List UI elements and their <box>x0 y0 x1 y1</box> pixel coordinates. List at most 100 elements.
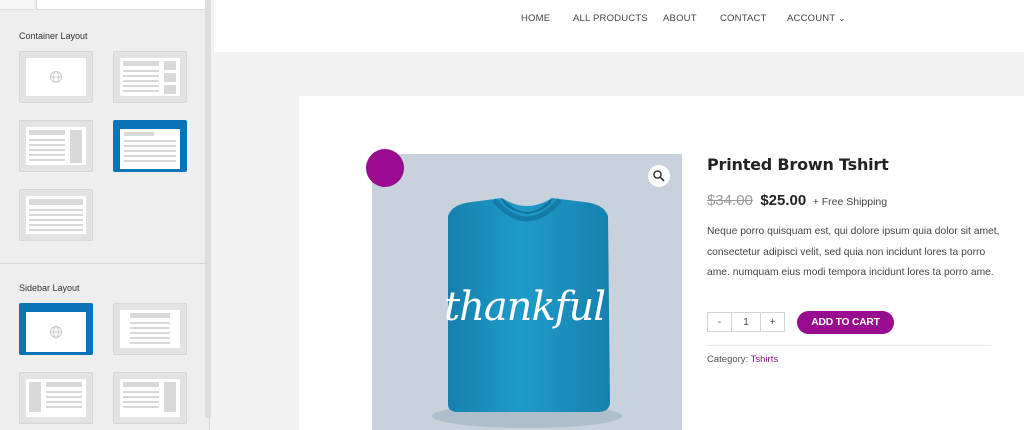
product-image[interactable]: thankful <box>372 154 682 430</box>
zoom-button[interactable] <box>648 165 670 187</box>
layout-block <box>164 85 176 94</box>
layout-block <box>130 313 170 318</box>
add-to-cart-button[interactable]: ADD TO CART <box>797 311 894 334</box>
layout-preview <box>26 312 86 352</box>
nav-home[interactable]: HOME <box>521 13 550 24</box>
panel-header-bar <box>36 0 206 10</box>
layout-line <box>124 145 176 147</box>
layout-line <box>124 150 176 152</box>
container-option-boxed-content[interactable] <box>113 120 187 172</box>
layout-line <box>124 140 176 142</box>
sidebar-option-right-sidebar[interactable] <box>113 372 187 424</box>
layout-line <box>123 85 159 87</box>
layout-block <box>29 382 41 412</box>
layout-line <box>29 229 83 231</box>
category-label: Category: <box>707 354 749 365</box>
layout-block <box>164 61 176 70</box>
product-category: Category: Tshirts <box>707 354 778 365</box>
layout-block <box>124 132 154 136</box>
nav-account[interactable]: ACCOUNT ⌄ <box>787 13 845 24</box>
nav-all-products[interactable]: ALL PRODUCTS <box>573 13 648 24</box>
layout-line <box>29 214 83 216</box>
layout-line <box>46 406 82 408</box>
layout-preview <box>120 379 180 417</box>
panel-back-tab[interactable] <box>0 0 34 10</box>
nav-account-label: ACCOUNT <box>787 13 836 24</box>
layout-line <box>29 209 83 211</box>
layout-line <box>124 160 176 162</box>
customizer-panel: Container Layout Sidebar Layout <box>0 0 211 430</box>
layout-preview <box>26 58 86 96</box>
layout-line <box>29 219 83 221</box>
chevron-down-icon: ⌄ <box>838 14 846 23</box>
nav-about[interactable]: ABOUT <box>663 13 697 24</box>
layout-line <box>123 80 159 82</box>
layout-line <box>46 396 82 398</box>
sale-price: $25.00 <box>760 192 807 209</box>
layout-line <box>123 75 159 77</box>
layout-preview <box>26 379 86 417</box>
container-layout-title: Container Layout <box>19 31 88 41</box>
sale-badge <box>366 149 404 187</box>
layout-line <box>123 70 159 72</box>
layout-line <box>29 149 65 151</box>
layout-line <box>46 401 82 403</box>
layout-block <box>70 130 82 163</box>
layout-line <box>29 159 65 161</box>
panel-top-strip <box>0 0 210 12</box>
layout-line <box>29 154 65 156</box>
container-option-full-width[interactable] <box>19 51 93 103</box>
layout-line <box>130 342 170 344</box>
layout-line <box>29 139 65 141</box>
shipping-note: + Free Shipping <box>812 196 888 208</box>
layout-preview <box>120 129 180 169</box>
container-option-plain-content[interactable] <box>19 189 93 241</box>
quantity-stepper: - 1 + <box>707 312 785 332</box>
layout-line <box>130 327 170 329</box>
nav-contact[interactable]: CONTACT <box>720 13 767 24</box>
category-link[interactable]: Tshirts <box>751 354 778 365</box>
layout-line <box>123 391 159 393</box>
container-option-boxed-both-sidebars[interactable] <box>19 120 93 172</box>
layout-preview <box>26 127 86 165</box>
panel-scrollbar[interactable] <box>205 0 211 418</box>
layout-line <box>123 401 159 403</box>
quantity-input[interactable]: 1 <box>732 312 760 332</box>
layout-line <box>29 224 83 226</box>
layout-line <box>130 332 170 334</box>
site-header <box>214 0 1024 52</box>
layout-preview <box>26 196 86 234</box>
layout-line <box>123 406 159 408</box>
layout-block <box>46 382 82 387</box>
product-description: Neque porro quisquam est, qui dolore ips… <box>707 226 1000 278</box>
layout-block <box>29 199 83 205</box>
container-option-boxed-right-sidebar[interactable] <box>113 51 187 103</box>
layout-line <box>123 396 159 398</box>
layout-preview <box>120 58 180 96</box>
layout-block <box>164 382 176 412</box>
quantity-increase-button[interactable]: + <box>760 312 785 332</box>
globe-icon <box>50 71 62 83</box>
layout-block <box>123 61 159 66</box>
layout-line <box>46 391 82 393</box>
globe-icon <box>50 326 62 338</box>
price-row: $34.00 $25.00 + Free Shipping <box>707 192 887 210</box>
tshirt-print-text: thankful <box>444 284 606 330</box>
layout-line <box>29 144 65 146</box>
product-meta-divider <box>707 345 991 346</box>
magnifier-icon <box>653 170 665 182</box>
product-title: Printed Brown Tshirt <box>707 155 889 174</box>
sidebar-option-default[interactable] <box>19 303 93 355</box>
layout-line <box>124 155 176 157</box>
layout-block <box>29 130 65 135</box>
section-divider <box>0 263 208 264</box>
sidebar-layout-title: Sidebar Layout <box>19 283 80 293</box>
old-price: $34.00 <box>707 192 753 209</box>
layout-preview <box>120 310 180 348</box>
layout-line <box>123 90 159 92</box>
sidebar-option-no-sidebar[interactable] <box>113 303 187 355</box>
layout-line <box>130 322 170 324</box>
sidebar-option-left-sidebar[interactable] <box>19 372 93 424</box>
layout-block <box>164 73 176 82</box>
quantity-decrease-button[interactable]: - <box>707 312 732 332</box>
